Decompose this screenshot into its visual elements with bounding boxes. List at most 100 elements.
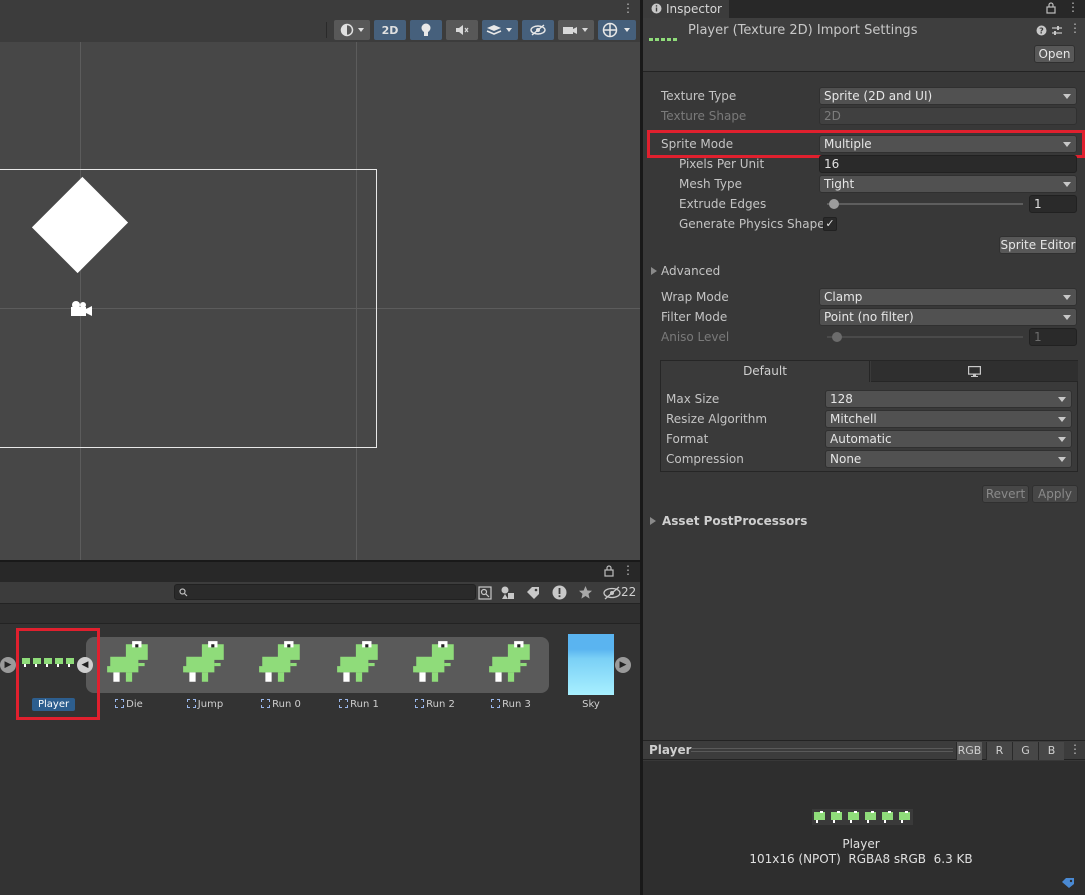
- highlight-box: [16, 628, 100, 720]
- wrap-mode-dropdown[interactable]: Clamp: [819, 288, 1077, 306]
- scene-camera-dropdown[interactable]: [558, 20, 594, 40]
- scroll-right-button[interactable]: ▶: [615, 657, 631, 673]
- tab-label: Inspector: [666, 2, 722, 16]
- texture-shape-label: Texture Shape: [661, 109, 747, 123]
- asset-label-jump: Jump: [170, 699, 240, 710]
- asset-thumbnail-run-0[interactable]: [256, 638, 306, 688]
- asset-thumbnail-run-3[interactable]: [486, 638, 536, 688]
- label-tag-icon[interactable]: [526, 586, 540, 600]
- preview-title: Player: [649, 743, 692, 757]
- generate-physics-shape-checkbox[interactable]: ✓: [823, 217, 837, 231]
- drag-handle[interactable]: [691, 748, 953, 752]
- filter-by-type-icon[interactable]: [500, 585, 516, 601]
- scene-toolbar: ⋮ 2D: [0, 0, 640, 42]
- asset-name: Run 2: [426, 699, 455, 710]
- pixels-per-unit-input[interactable]: 16: [819, 155, 1077, 173]
- kebab-menu-icon[interactable]: ⋮: [622, 2, 634, 14]
- lock-icon[interactable]: [604, 565, 614, 577]
- extrude-edges-input[interactable]: 1: [1029, 195, 1077, 213]
- open-button[interactable]: Open: [1034, 45, 1075, 63]
- kebab-menu-icon[interactable]: ⋮: [1069, 22, 1081, 34]
- search-input[interactable]: [174, 584, 476, 600]
- search-by-type-icon[interactable]: [478, 586, 492, 600]
- channel-rgb-button[interactable]: RGB: [956, 742, 982, 760]
- hidden-packages-icon[interactable]: [603, 586, 621, 600]
- asset-label-run-0: Run 0: [246, 699, 316, 710]
- asset-thumbnail-jump[interactable]: [180, 638, 230, 688]
- texture-type-dropdown[interactable]: Sprite (2D and UI): [819, 87, 1077, 105]
- scroll-left-button[interactable]: ▶: [0, 657, 16, 673]
- camera-gizmo-icon[interactable]: [69, 300, 93, 318]
- kebab-menu-icon[interactable]: ⋮: [1069, 743, 1081, 755]
- slider-handle[interactable]: [829, 199, 839, 209]
- sprite-icon: [339, 699, 349, 708]
- chevron-down-icon: [1063, 182, 1071, 187]
- effects-dropdown[interactable]: [482, 20, 518, 40]
- asset-thumbnail-sky[interactable]: [568, 634, 614, 695]
- lightbulb-icon: [421, 23, 431, 36]
- asset-thumbnail-run-2[interactable]: [410, 638, 460, 688]
- chevron-down-icon: [1058, 457, 1066, 462]
- asset-name: Run 1: [350, 699, 379, 710]
- shading-mode-icon: [340, 23, 364, 37]
- draw-mode-dropdown[interactable]: [334, 20, 370, 40]
- tab-inspector[interactable]: Inspector: [643, 0, 729, 18]
- inspector-title: Player (Texture 2D) Import Settings: [688, 23, 918, 38]
- asset-name: Jump: [197, 699, 224, 710]
- kebab-menu-icon[interactable]: ⋮: [622, 564, 634, 576]
- scene-visibility-toggle[interactable]: [522, 20, 554, 40]
- pixels-per-unit-label: Pixels Per Unit: [679, 157, 765, 171]
- format-dropdown[interactable]: Automatic: [825, 430, 1072, 448]
- mode-2d-toggle[interactable]: 2D: [374, 20, 406, 40]
- lighting-toggle[interactable]: [410, 20, 442, 40]
- revert-button[interactable]: Revert: [982, 485, 1029, 503]
- slider-handle: [832, 332, 842, 342]
- max-size-label: Max Size: [666, 392, 720, 406]
- filter-mode-dropdown[interactable]: Point (no filter): [819, 308, 1077, 326]
- extrude-edges-slider[interactable]: [827, 203, 1023, 205]
- platform-settings: Default Max Size 128 Resize Algorithm Mi…: [660, 360, 1078, 472]
- kebab-menu-icon[interactable]: ⋮: [1067, 1, 1079, 13]
- gizmos-dropdown[interactable]: [598, 20, 636, 40]
- camera-icon: [563, 27, 588, 34]
- format-label: Format: [666, 432, 709, 446]
- favorite-star-icon[interactable]: [578, 585, 593, 600]
- max-size-dropdown[interactable]: 128: [825, 390, 1072, 408]
- advanced-foldout[interactable]: Advanced: [661, 264, 720, 278]
- sprite-icon: [115, 699, 125, 708]
- asset-thumbnail-die[interactable]: [104, 638, 154, 688]
- preset-sliders-icon[interactable]: [1051, 25, 1063, 36]
- resize-algorithm-dropdown[interactable]: Mitchell: [825, 410, 1072, 428]
- sprite-editor-button[interactable]: Sprite Editor: [999, 236, 1077, 254]
- asset-label-tag-icon[interactable]: [1061, 877, 1075, 889]
- tab-standalone-platform[interactable]: [871, 361, 1078, 382]
- chevron-down-icon: [1063, 295, 1071, 300]
- compression-dropdown[interactable]: None: [825, 450, 1072, 468]
- scene-view[interactable]: ⋮ 2D: [0, 0, 640, 560]
- mesh-type-dropdown[interactable]: Tight: [819, 175, 1077, 193]
- asset-label-run-3: Run 3: [476, 699, 546, 710]
- asset-thumbnail-run-1[interactable]: [334, 638, 384, 688]
- channel-g-button[interactable]: G: [1012, 742, 1038, 760]
- format-value: Automatic: [830, 432, 892, 446]
- foldout-arrow-icon[interactable]: [651, 267, 657, 275]
- tab-default-platform[interactable]: Default: [661, 361, 870, 382]
- channel-r-button[interactable]: R: [986, 742, 1012, 760]
- info-icon: [651, 3, 662, 14]
- foldout-arrow-icon[interactable]: [650, 517, 656, 525]
- project-tab-bar: ⋮: [0, 562, 640, 582]
- wrap-mode-label: Wrap Mode: [661, 290, 729, 304]
- subasset-strip: [86, 637, 549, 693]
- lock-icon[interactable]: [1046, 2, 1056, 14]
- texture-type-label: Texture Type: [661, 89, 737, 103]
- asset-label-sky: Sky: [582, 699, 600, 710]
- warning-icon[interactable]: [552, 585, 567, 600]
- help-icon[interactable]: ?: [1036, 25, 1047, 36]
- hidden-count: 22: [621, 585, 637, 599]
- apply-button[interactable]: Apply: [1032, 485, 1078, 503]
- audio-toggle[interactable]: [446, 20, 478, 40]
- inspector-tab-bar: Inspector ⋮: [643, 0, 1085, 18]
- preview-header[interactable]: Player RGB R G B ⋮: [643, 740, 1085, 760]
- channel-b-button[interactable]: B: [1038, 742, 1064, 760]
- asset-postprocessors-foldout[interactable]: Asset PostProcessors: [662, 514, 807, 528]
